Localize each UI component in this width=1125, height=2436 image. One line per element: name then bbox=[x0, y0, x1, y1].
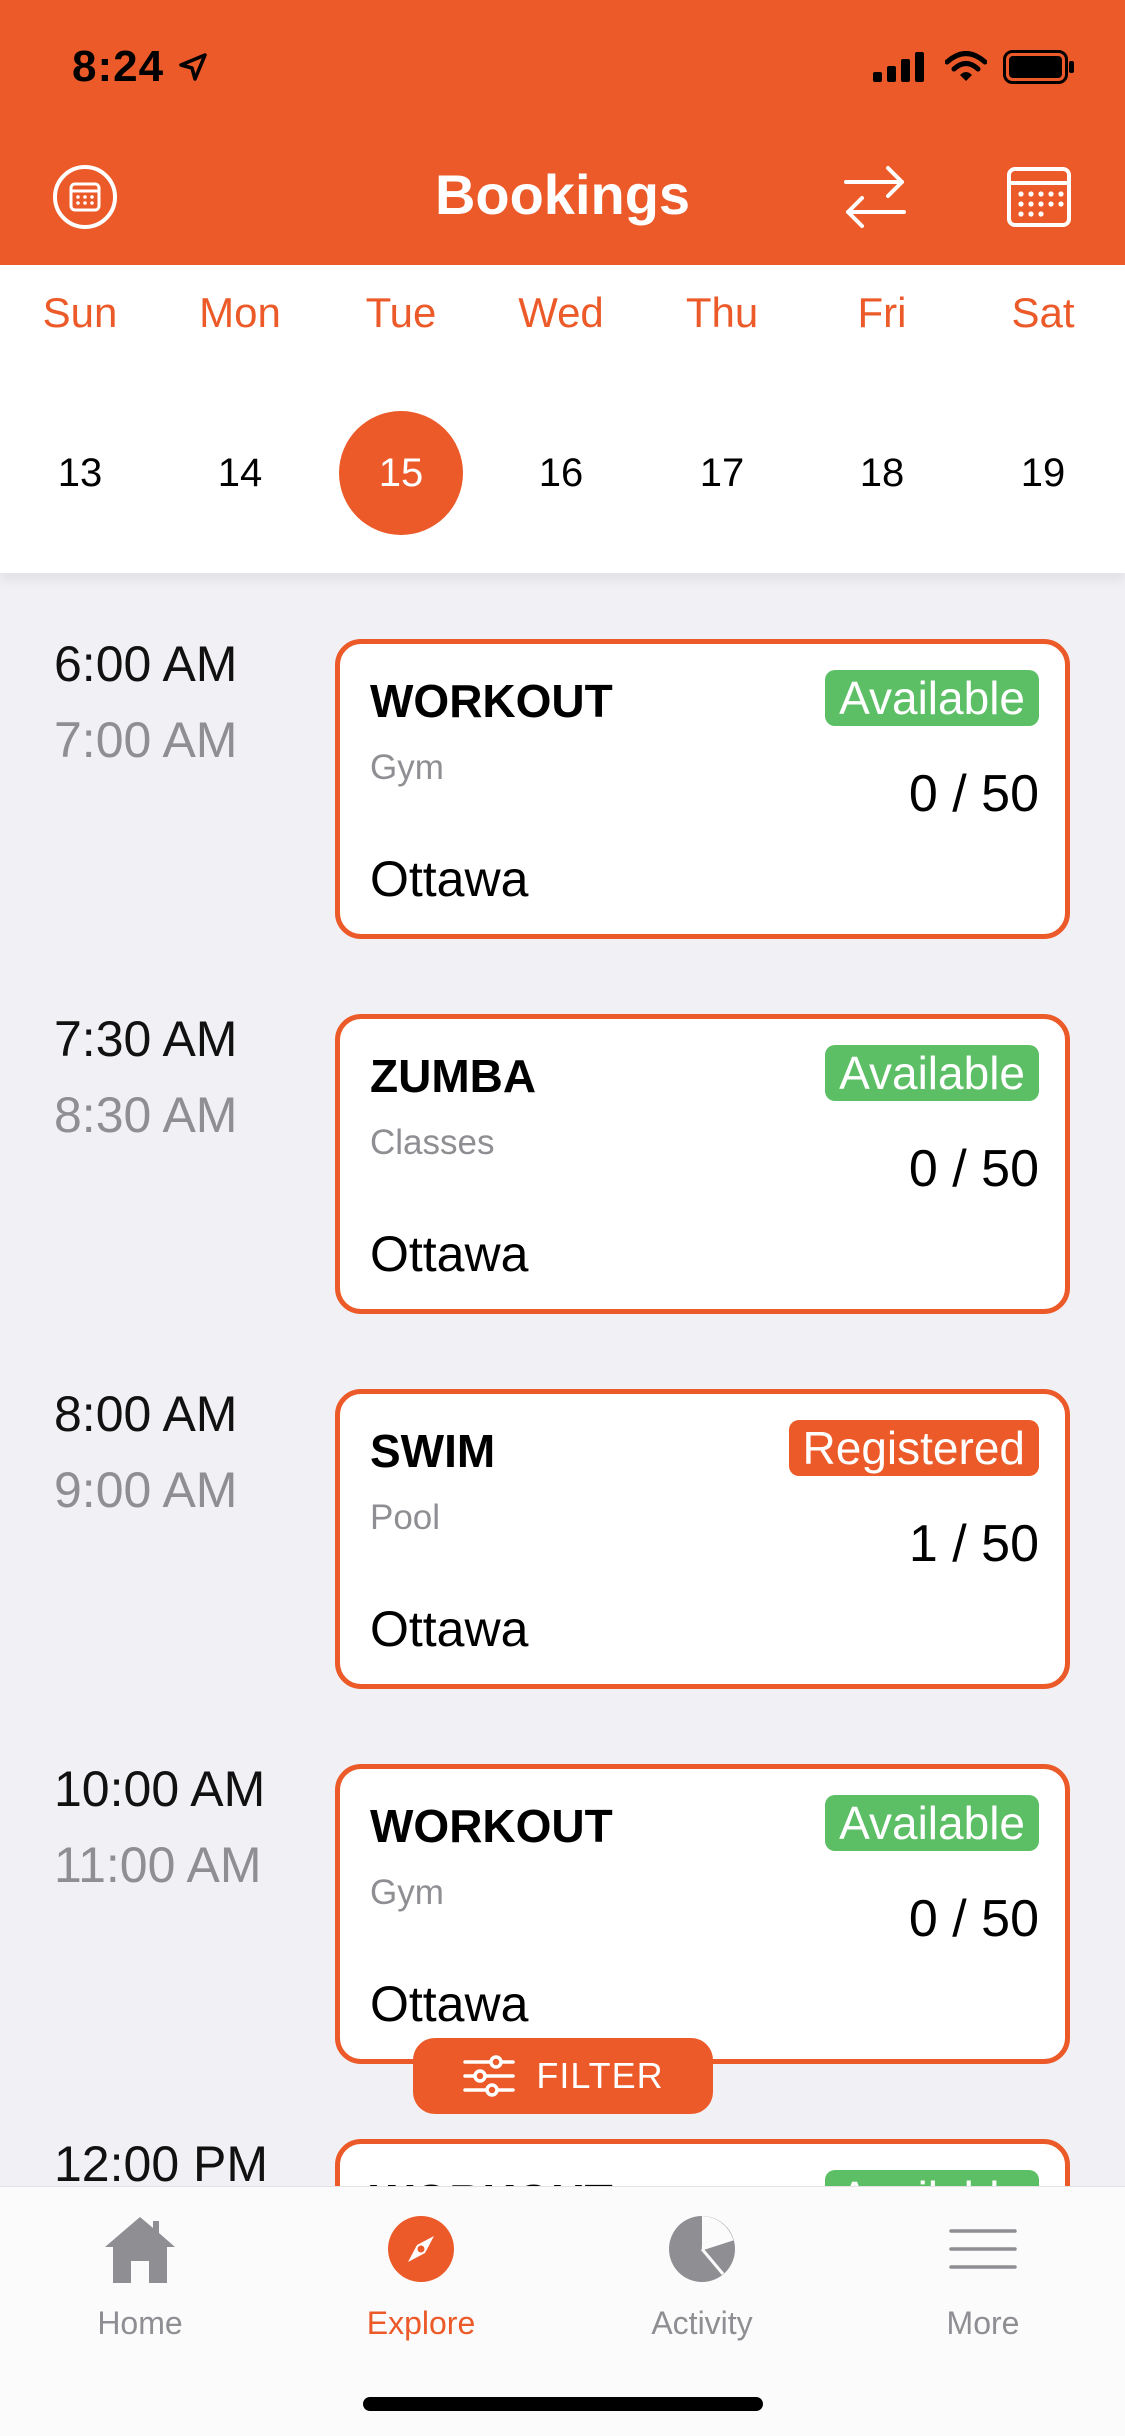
booking-title: WORKOUT bbox=[370, 2174, 613, 2186]
status-badge: Available bbox=[825, 2170, 1039, 2186]
calendar-button[interactable] bbox=[1006, 166, 1072, 228]
tab-more[interactable]: More bbox=[843, 2209, 1123, 2342]
booking-category: Gym bbox=[370, 748, 444, 787]
booking-card[interactable]: WORKOUT Available Gym 0 / 50 Ottawa bbox=[335, 1764, 1070, 2064]
day-name: Mon bbox=[199, 289, 281, 336]
week-strip: Sun 13 Mon 14 Tue 15 Wed 16 Thu 17 Fri 1… bbox=[0, 265, 1125, 573]
day-column-sun[interactable]: Sun 13 bbox=[0, 265, 160, 535]
booking-card[interactable]: ZUMBA Available Classes 0 / 50 Ottawa bbox=[335, 1014, 1070, 1314]
day-date[interactable]: 19 bbox=[981, 411, 1105, 535]
end-time: 11:00 AM bbox=[54, 1837, 262, 1893]
day-date[interactable]: 13 bbox=[18, 411, 142, 535]
capacity-count: 0 / 50 bbox=[908, 765, 1039, 823]
day-column-tue[interactable]: Tue 15 bbox=[321, 265, 481, 535]
capacity-count: 1 / 50 bbox=[908, 1515, 1039, 1573]
booking-location: Ottawa bbox=[370, 1976, 529, 2032]
page-title: Bookings bbox=[434, 163, 691, 226]
booking-location: Ottawa bbox=[370, 1601, 529, 1657]
header: 8:24 Bookings bbox=[0, 0, 1125, 265]
wifi-icon bbox=[945, 51, 987, 81]
day-name: Fri bbox=[857, 289, 907, 336]
tab-explore[interactable]: Explore bbox=[281, 2209, 561, 2342]
status-badge: Available bbox=[825, 670, 1039, 726]
battery-icon bbox=[1003, 50, 1074, 84]
status-badge: Available bbox=[825, 1795, 1039, 1851]
day-name: Sat bbox=[1011, 289, 1075, 336]
booking-location: Ottawa bbox=[370, 1226, 529, 1282]
day-date[interactable]: 16 bbox=[499, 411, 623, 535]
booking-category: Pool bbox=[370, 1498, 441, 1537]
pie-chart-icon bbox=[669, 2216, 735, 2282]
sliders-icon bbox=[463, 2055, 516, 2097]
start-time: 12:00 PM bbox=[54, 2136, 269, 2186]
booking-list[interactable]: 6:00 AM 7:00 AM WORKOUT Available Gym 0 … bbox=[0, 573, 1125, 2186]
status-badge: Available bbox=[825, 1045, 1039, 1101]
booking-row: 6:00 AM 7:00 AM WORKOUT Available Gym 0 … bbox=[0, 573, 1125, 939]
tab-label: Explore bbox=[366, 2305, 476, 2341]
end-time: 8:30 AM bbox=[54, 1087, 238, 1143]
booking-title: SWIM bbox=[370, 1425, 496, 1477]
day-column-thu[interactable]: Thu 17 bbox=[642, 265, 802, 535]
menu-icon bbox=[949, 2229, 1017, 2269]
capacity-count: 0 / 50 bbox=[908, 1890, 1039, 1948]
filter-label: FILTER bbox=[536, 2055, 664, 2096]
end-time: 9:00 AM bbox=[54, 1462, 238, 1518]
tab-label: More bbox=[946, 2305, 1020, 2341]
capacity-count: 0 / 50 bbox=[908, 1140, 1039, 1198]
booking-card[interactable]: WORKOUT Available Gym 0 / 50 Ottawa bbox=[335, 639, 1070, 939]
end-time: 7:00 AM bbox=[54, 712, 238, 768]
day-column-sat[interactable]: Sat 19 bbox=[963, 265, 1123, 535]
start-time: 10:00 AM bbox=[54, 1761, 266, 1817]
tab-activity[interactable]: Activity bbox=[562, 2209, 842, 2342]
day-name: Wed bbox=[518, 289, 604, 336]
day-date[interactable]: 17 bbox=[660, 411, 784, 535]
tab-home[interactable]: Home bbox=[0, 2209, 280, 2342]
booking-title: ZUMBA bbox=[370, 1050, 537, 1102]
booking-location: Ottawa bbox=[370, 851, 529, 907]
tab-label: Activity bbox=[651, 2305, 753, 2341]
day-date-selected[interactable]: 15 bbox=[339, 411, 463, 535]
booking-category: Gym bbox=[370, 1873, 444, 1912]
home-icon bbox=[105, 2217, 175, 2283]
booking-card[interactable]: SWIM Registered Pool 1 / 50 Ottawa bbox=[335, 1389, 1070, 1689]
day-name: Tue bbox=[365, 289, 437, 336]
day-column-fri[interactable]: Fri 18 bbox=[802, 265, 962, 535]
tab-bar: Home Explore Activity More bbox=[0, 2186, 1125, 2436]
status-time: 8:24 bbox=[72, 42, 165, 91]
status-icons bbox=[873, 50, 1075, 84]
start-time: 7:30 AM bbox=[54, 1011, 238, 1067]
day-column-wed[interactable]: Wed 16 bbox=[481, 265, 641, 535]
start-time: 8:00 AM bbox=[54, 1386, 238, 1442]
day-name: Thu bbox=[685, 289, 759, 336]
booking-card[interactable]: WORKOUT Available bbox=[335, 2139, 1070, 2186]
home-indicator bbox=[363, 2397, 763, 2411]
booking-title: WORKOUT bbox=[370, 1800, 613, 1852]
start-time: 6:00 AM bbox=[54, 636, 238, 692]
day-date[interactable]: 18 bbox=[820, 411, 944, 535]
location-arrow-icon bbox=[179, 53, 207, 81]
booking-row: 10:00 AM 11:00 AM WORKOUT Available Gym … bbox=[0, 1698, 1125, 2064]
swap-arrows-button[interactable] bbox=[840, 160, 910, 234]
booking-title: WORKOUT bbox=[370, 675, 613, 727]
compass-icon bbox=[388, 2216, 454, 2282]
day-column-mon[interactable]: Mon 14 bbox=[160, 265, 320, 535]
booking-category: Classes bbox=[370, 1123, 495, 1162]
signal-icon bbox=[873, 52, 924, 82]
booking-row: 7:30 AM 8:30 AM ZUMBA Available Classes … bbox=[0, 948, 1125, 1314]
day-name: Sun bbox=[42, 289, 118, 336]
tab-label: Home bbox=[97, 2305, 183, 2341]
filter-button[interactable]: FILTER bbox=[413, 2038, 713, 2114]
day-date[interactable]: 14 bbox=[178, 411, 302, 535]
status-badge: Registered bbox=[788, 1420, 1039, 1476]
booking-row: 8:00 AM 9:00 AM SWIM Registered Pool 1 /… bbox=[0, 1323, 1125, 1689]
